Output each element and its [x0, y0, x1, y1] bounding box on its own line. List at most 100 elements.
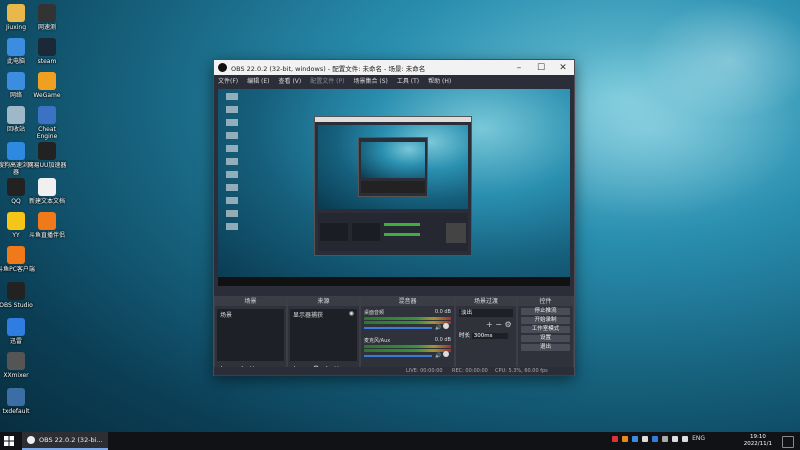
desktop-icon[interactable]: 迅雷 — [0, 318, 36, 345]
window-title: OBS 22.0.2 (32-bit, windows) - 配置文件: 未命名… — [231, 64, 426, 73]
cpu-fps: CPU: 5.3%, 60.00 fps — [495, 368, 548, 374]
menu-help[interactable]: 帮助 (H) — [428, 76, 451, 85]
duration-label: 时长 — [459, 333, 471, 339]
desktop-icon[interactable]: 斗鱼PC客户端 — [0, 246, 36, 273]
tray-app-icon[interactable] — [632, 435, 639, 442]
preview-canvas[interactable] — [218, 89, 570, 286]
tray-app-icon[interactable] — [642, 435, 649, 442]
sources-title: 来源 — [288, 297, 359, 306]
transitions-dock: 场景过渡 淡出 + − ⚙ 时长 300ms — [455, 296, 517, 376]
desktop-icon-label: XXmixer — [3, 372, 29, 379]
mixer-title: 混音器 — [361, 297, 454, 306]
maximize-icon[interactable]: ☐ — [530, 63, 552, 73]
audio-meter — [364, 345, 451, 348]
nested-obs-window — [314, 116, 472, 256]
controls-title: 控件 — [518, 297, 573, 306]
tray-app-icon[interactable] — [652, 435, 659, 442]
desktop-icon[interactable]: 网速测 — [27, 4, 67, 31]
transition-select[interactable]: 淡出 — [459, 309, 513, 317]
mixer-channel-desktop: 桌面音频 0.0 dB 🔊 — [364, 309, 451, 331]
scene-item[interactable]: 场景 — [217, 309, 284, 320]
desktop-icon-label: txdefault — [2, 408, 30, 415]
windows-start-icon[interactable] — [0, 432, 18, 450]
desktop-icon[interactable]: 斗鱼直播伴侣 — [27, 212, 67, 239]
desktop-icon[interactable]: txdefault — [0, 388, 36, 415]
clock-time: 19:10 — [749, 434, 766, 440]
menu-view[interactable]: 查看 (V) — [279, 76, 302, 85]
menu-file[interactable]: 文件(F) — [218, 76, 238, 85]
remove-icon[interactable]: − — [495, 320, 502, 329]
desktop-icon-label: 迅雷 — [9, 338, 22, 345]
volume-icon[interactable] — [682, 435, 689, 442]
app-icon — [7, 388, 25, 406]
status-bar: LIVE: 00:00:00 REC: 00:00:00 CPU: 5.3%, … — [214, 367, 574, 375]
recycle-bin-icon — [7, 106, 25, 124]
desktop-icon[interactable]: 网易UU加速器 — [27, 142, 67, 169]
tray-app-icon[interactable] — [622, 435, 629, 442]
desktop-icon[interactable]: XXmixer — [0, 352, 36, 379]
scenes-list[interactable]: 场景 — [217, 309, 284, 361]
scenes-title: 场景 — [215, 297, 286, 306]
desktop-icon[interactable]: Cheat Engine — [27, 106, 67, 140]
menu-tools[interactable]: 工具 (T) — [397, 76, 419, 85]
sources-dock: 来源 显示器捕获◉ +−⚙∧∨ — [287, 296, 360, 376]
computer-icon — [7, 38, 25, 56]
live-time: LIVE: 00:00:00 — [406, 368, 443, 374]
start-recording-button[interactable]: 开始录制 — [521, 317, 570, 324]
douyu-live-icon — [38, 212, 56, 230]
eye-icon[interactable]: ◉ — [349, 310, 354, 317]
settings-button[interactable]: 设置 — [521, 335, 570, 342]
volume-slider[interactable] — [364, 327, 432, 329]
language-indicator[interactable]: ENG — [692, 435, 705, 442]
clock[interactable]: 19:10 2022/11/1 — [744, 434, 772, 448]
gear-icon[interactable]: ⚙ — [505, 320, 512, 329]
tray-app-icon[interactable] — [662, 435, 669, 442]
gear-icon[interactable] — [443, 351, 449, 357]
sources-list[interactable]: 显示器捕获 ◉ — [290, 309, 357, 361]
close-icon[interactable]: ✕ — [552, 63, 574, 73]
add-icon[interactable]: + — [486, 320, 493, 329]
sogou-browser-icon — [7, 142, 25, 160]
speaker-icon[interactable]: 🔊 — [435, 353, 441, 359]
transitions-title: 场景过渡 — [456, 297, 516, 306]
audio-meter — [364, 317, 451, 320]
desktop-icon[interactable]: steam — [27, 38, 67, 65]
xunlei-icon — [7, 318, 25, 336]
tray-app-icon[interactable] — [612, 435, 619, 442]
preview-mini-icons — [226, 93, 238, 236]
notification-icon[interactable] — [782, 436, 794, 448]
obs-window[interactable]: OBS 22.0.2 (32-bit, windows) - 配置文件: 未命名… — [213, 59, 575, 376]
cheat-engine-icon — [38, 106, 56, 124]
desktop-icon[interactable]: OBS Studio — [0, 282, 36, 309]
uu-accelerator-icon — [38, 142, 56, 160]
desktop-icon-label: 斗鱼直播伴侣 — [28, 232, 65, 239]
menu-scene-collection[interactable]: 场景集合 (S) — [353, 76, 387, 85]
speaker-icon[interactable]: 🔊 — [435, 325, 441, 331]
network-icon[interactable] — [672, 435, 679, 442]
dock-area: 场景 场景 +−∧∨ 来源 显示器捕获◉ +−⚙∧∨ 混音器 桌面音频0.0 d… — [214, 296, 574, 376]
desktop-icon-label: 网易UU加速器 — [27, 162, 67, 169]
minimize-icon[interactable]: – — [508, 63, 530, 73]
menu-edit[interactable]: 编辑 (E) — [247, 76, 269, 85]
user-folder-icon — [7, 4, 25, 22]
duration-input[interactable]: 300ms — [471, 333, 508, 339]
menu-profile[interactable]: 配置文件 (P) — [310, 76, 344, 85]
rec-time: REC: 00:00:00 — [452, 368, 488, 374]
system-tray: ENG — [612, 435, 705, 442]
volume-slider[interactable] — [364, 355, 432, 357]
exit-button[interactable]: 退出 — [521, 344, 570, 351]
gear-icon[interactable] — [443, 323, 449, 329]
taskbar-obs-button[interactable]: OBS 22.0.2 (32-bi... — [22, 432, 108, 450]
stop-streaming-button[interactable]: 停止推流 — [521, 308, 570, 315]
obs-icon — [27, 436, 35, 444]
steam-icon — [38, 38, 56, 56]
obs-titlebar[interactable]: OBS 22.0.2 (32-bit, windows) - 配置文件: 未命名… — [214, 60, 574, 75]
desktop-icon[interactable]: 新建文本文档 — [27, 178, 67, 205]
douyu-icon — [7, 246, 25, 264]
studio-mode-button[interactable]: 工作室模式 — [521, 326, 570, 333]
desktop-icon[interactable]: WeGame — [27, 72, 67, 99]
source-item[interactable]: 显示器捕获 ◉ — [290, 309, 357, 320]
desktop-icon-label: 新建文本文档 — [28, 198, 65, 205]
mixer-dock: 混音器 桌面音频 0.0 dB 🔊 麦克风/Aux 0.0 dB 🔊 — [360, 296, 455, 376]
yy-icon — [7, 212, 25, 230]
